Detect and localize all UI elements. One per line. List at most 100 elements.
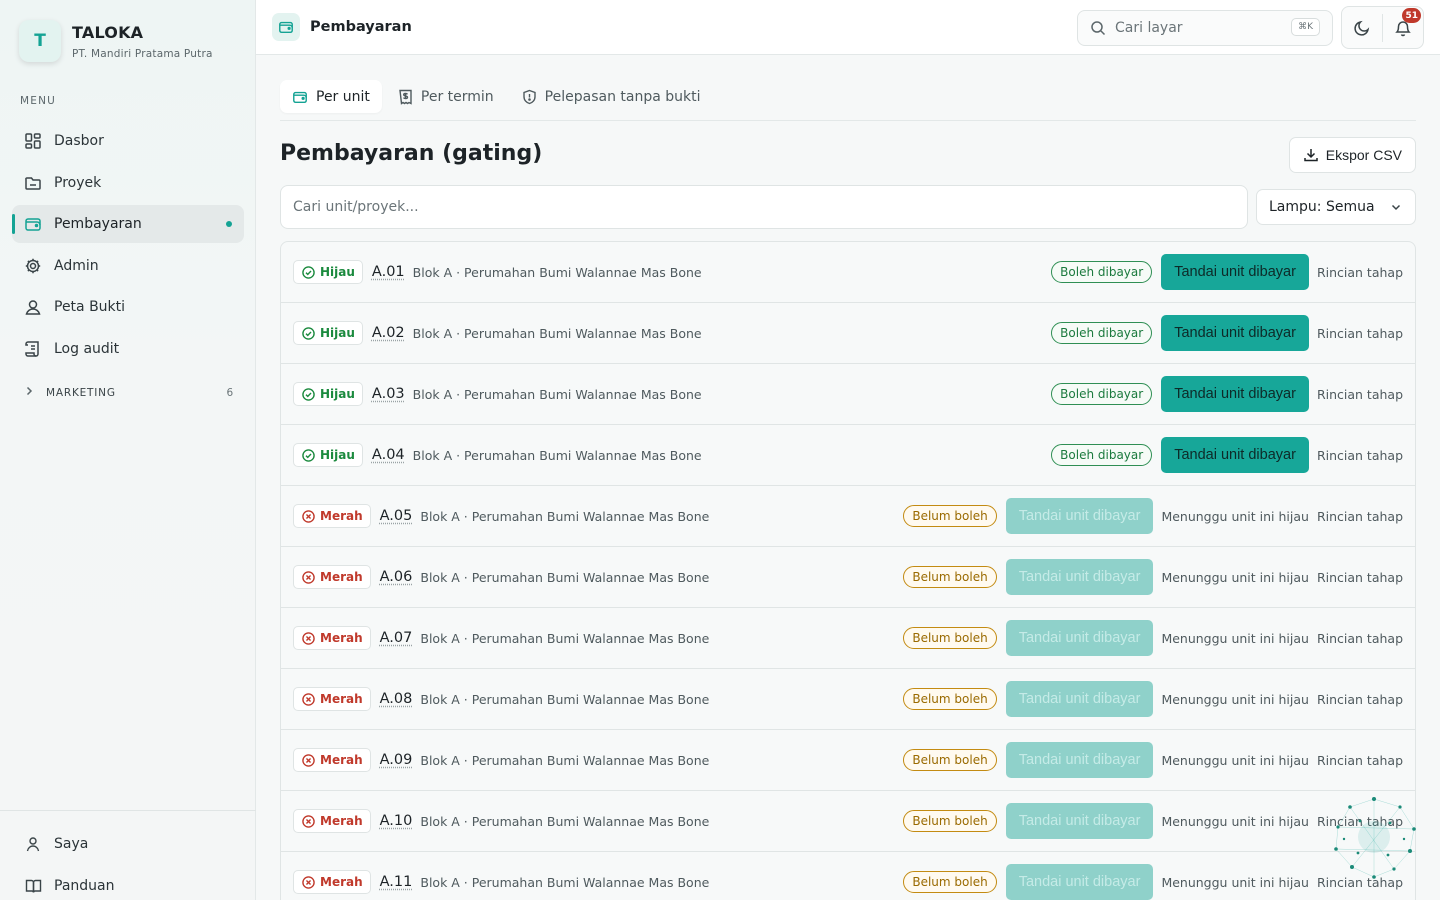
sidebar-item-pembayaran[interactable]: Pembayaran xyxy=(12,205,244,243)
lamp-label: Hijau xyxy=(320,387,355,401)
unit-code[interactable]: A.07 xyxy=(380,630,413,646)
waiting-note: Menunggu unit ini hijau xyxy=(1161,874,1309,890)
check-circle-icon xyxy=(302,326,315,340)
unit-row: Hijau A.01 Blok A · Perumahan Bumi Walanna… xyxy=(281,242,1415,303)
stage-detail-link[interactable]: Rincian tahap xyxy=(1317,387,1403,402)
unit-code[interactable]: A.09 xyxy=(380,752,413,768)
stage-detail-link[interactable]: Rincian tahap xyxy=(1317,875,1403,890)
mark-paid-button[interactable]: Tandai unit dibayar xyxy=(1005,864,1154,900)
mark-paid-button[interactable]: Tandai unit dibayar xyxy=(1161,254,1309,290)
tab-pelepasan[interactable]: Pelepasan tanpa bukti xyxy=(510,80,713,113)
waiting-note: Menunggu unit ini hijau xyxy=(1161,569,1309,585)
unit-search-input[interactable] xyxy=(280,185,1248,229)
stage-detail-link[interactable]: Rincian tahap xyxy=(1317,570,1403,585)
mark-paid-button[interactable]: Tandai unit dibayar xyxy=(1161,315,1309,351)
stage-detail-link[interactable]: Rincian tahap xyxy=(1317,326,1403,341)
brand[interactable]: T TALOKA PT. Mandiri Pratama Putra xyxy=(19,20,213,62)
unit-description: Blok A · Perumahan Bumi Walannae Mas Bon… xyxy=(420,508,710,524)
scroll-icon xyxy=(24,340,42,358)
stage-detail-link[interactable]: Rincian tahap xyxy=(1317,692,1403,707)
payment-status-badge: Boleh dibayar xyxy=(1051,322,1153,344)
lamp-badge: Merah xyxy=(293,748,371,772)
stage-detail-link[interactable]: Rincian tahap xyxy=(1317,509,1403,524)
lamp-badge: Hijau xyxy=(293,382,363,406)
check-circle-icon xyxy=(302,448,315,462)
stage-detail-link[interactable]: Rincian tahap xyxy=(1317,265,1403,280)
unit-description: Blok A · Perumahan Bumi Walannae Mas Bon… xyxy=(412,386,702,402)
unit-description: Blok A · Perumahan Bumi Walannae Mas Bon… xyxy=(420,691,710,707)
unit-description: Blok A · Perumahan Bumi Walannae Mas Bon… xyxy=(420,630,710,646)
stage-detail-link[interactable]: Rincian tahap xyxy=(1317,448,1403,463)
export-csv-button[interactable]: Ekspor CSV xyxy=(1288,137,1416,173)
stage-detail-link[interactable]: Rincian tahap xyxy=(1317,753,1403,768)
sidebar-item-label: Saya xyxy=(54,836,89,852)
stage-detail-link[interactable]: Rincian tahap xyxy=(1317,631,1403,646)
unit-row: Merah A.08 Blok A · Perumahan Bumi Walanna… xyxy=(281,669,1415,730)
sidebar-item-admin[interactable]: Admin xyxy=(12,247,244,285)
lamp-badge: Merah xyxy=(293,809,371,833)
mark-paid-button[interactable]: Tandai unit dibayar xyxy=(1161,437,1309,473)
notifications-button[interactable]: 51 xyxy=(1383,7,1423,48)
x-circle-icon xyxy=(302,509,315,523)
mark-paid-button[interactable]: Tandai unit dibayar xyxy=(1005,559,1154,595)
lamp-label: Merah xyxy=(320,631,363,645)
lamp-filter-select[interactable]: Lampu: Semua xyxy=(1256,189,1416,225)
user-icon xyxy=(24,835,42,853)
tabs: Per unit Per termin Pelepasan tanpa bukt… xyxy=(280,80,1416,121)
unit-row: Hijau A.02 Blok A · Perumahan Bumi Walanna… xyxy=(281,303,1415,364)
moon-icon xyxy=(1353,19,1371,37)
unit-code[interactable]: A.11 xyxy=(380,874,413,890)
unit-code[interactable]: A.01 xyxy=(372,264,405,280)
sidebar-item-panduan[interactable]: Panduan xyxy=(12,867,244,900)
unit-code[interactable]: A.08 xyxy=(380,691,413,707)
tab-per-unit[interactable]: Per unit xyxy=(280,80,382,113)
unit-code[interactable]: A.02 xyxy=(372,325,405,341)
sidebar-item-peta-bukti[interactable]: Peta Bukti xyxy=(12,288,244,326)
waiting-note: Menunggu unit ini hijau xyxy=(1161,813,1309,829)
unit-code[interactable]: A.03 xyxy=(372,386,405,402)
sidebar-item-saya[interactable]: Saya xyxy=(12,825,244,863)
lamp-badge: Hijau xyxy=(293,321,363,345)
lamp-badge: Hijau xyxy=(293,260,363,284)
unit-description: Blok A · Perumahan Bumi Walannae Mas Bon… xyxy=(412,264,702,280)
sidebar-item-log-audit[interactable]: Log audit xyxy=(12,330,244,368)
lamp-label: Merah xyxy=(320,814,363,828)
sidebar: T TALOKA PT. Mandiri Pratama Putra MENU … xyxy=(0,0,256,900)
book-icon xyxy=(24,877,42,895)
mark-paid-button[interactable]: Tandai unit dibayar xyxy=(1005,620,1154,656)
lamp-badge: Merah xyxy=(293,565,371,589)
stage-detail-link[interactable]: Rincian tahap xyxy=(1317,814,1403,829)
lamp-label: Merah xyxy=(320,753,363,767)
unit-code[interactable]: A.04 xyxy=(372,447,405,463)
folder-icon xyxy=(24,174,42,192)
unit-row: Merah A.05 Blok A · Perumahan Bumi Walanna… xyxy=(281,486,1415,547)
waiting-note: Menunggu unit ini hijau xyxy=(1161,508,1309,524)
sidebar-group-marketing[interactable]: MARKETING 6 xyxy=(24,386,234,399)
mark-paid-button[interactable]: Tandai unit dibayar xyxy=(1005,681,1154,717)
tab-per-termin[interactable]: Per termin xyxy=(386,80,506,113)
unit-code[interactable]: A.05 xyxy=(380,508,413,524)
unit-code[interactable]: A.06 xyxy=(380,569,413,585)
sidebar-item-dasbor[interactable]: Dasbor xyxy=(12,122,244,160)
topbar: Pembayaran Cari layar ⌘K 51 xyxy=(256,0,1440,55)
sidebar-item-label: Panduan xyxy=(54,877,115,894)
wallet-icon xyxy=(24,215,42,233)
tab-label: Pelepasan tanpa bukti xyxy=(544,88,701,105)
mark-paid-button[interactable]: Tandai unit dibayar xyxy=(1005,742,1154,778)
sidebar-item-proyek[interactable]: Proyek xyxy=(12,164,244,202)
receipt-icon xyxy=(398,89,413,105)
gear-icon xyxy=(24,257,42,275)
mark-paid-button[interactable]: Tandai unit dibayar xyxy=(1005,498,1154,534)
lamp-label: Merah xyxy=(320,692,363,706)
global-search[interactable]: Cari layar ⌘K xyxy=(1077,10,1333,46)
chevron-down-icon xyxy=(1389,200,1403,214)
unit-row: Merah A.07 Blok A · Perumahan Bumi Walanna… xyxy=(281,608,1415,669)
menu-label: MENU xyxy=(20,95,57,107)
unit-description: Blok A · Perumahan Bumi Walannae Mas Bon… xyxy=(420,813,710,829)
mark-paid-button[interactable]: Tandai unit dibayar xyxy=(1005,803,1154,839)
search-placeholder: Cari layar xyxy=(1115,20,1183,36)
mark-paid-button[interactable]: Tandai unit dibayar xyxy=(1161,376,1309,412)
brand-name: TALOKA xyxy=(72,22,144,42)
theme-toggle-button[interactable] xyxy=(1342,7,1382,48)
unit-code[interactable]: A.10 xyxy=(380,813,413,829)
